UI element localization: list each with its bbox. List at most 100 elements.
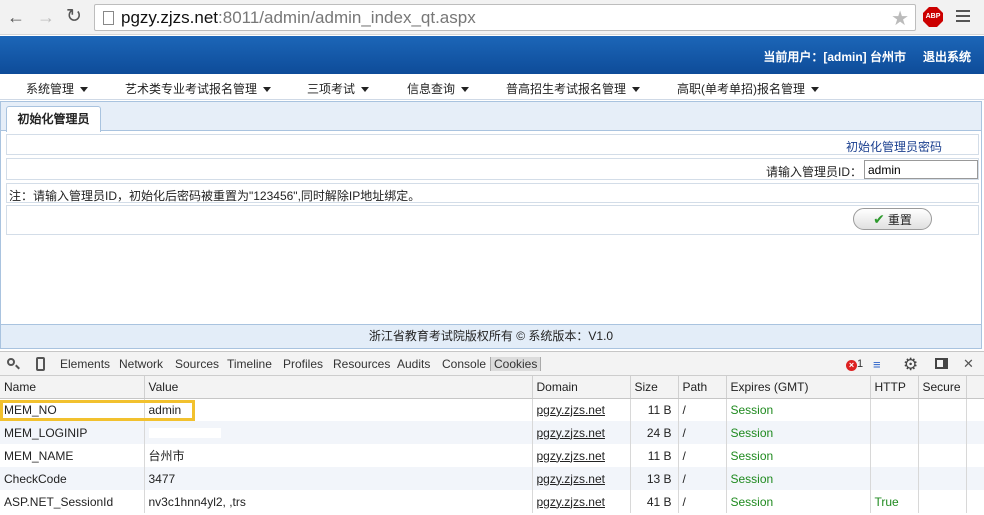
close-icon[interactable]: ✕ [963,356,974,372]
cookie-value: 台州市 [144,444,533,467]
table-row[interactable]: CheckCode 3477 pgzy.zjzs.net 13 B / Sess… [0,467,984,490]
logout-link[interactable]: 退出系统 [923,48,971,65]
cookie-path: / [678,490,727,513]
menu-system[interactable]: 系统管理 [26,80,89,97]
cookie-path: / [678,444,727,467]
cookie-name: MEM_LOGINIP [0,421,145,444]
col-name[interactable]: Name [0,376,145,399]
bookmark-star-icon[interactable]: ★ [891,6,909,31]
cookie-name: CheckCode [0,467,145,490]
admin-id-input[interactable] [864,160,978,179]
col-expires[interactable]: Expires (GMT) [726,376,871,399]
browser-toolbar: ← → ↻ pgzy.zjzs.net:8011/admin/admin_ind… [0,0,984,35]
col-http[interactable]: HTTP [870,376,919,399]
table-row[interactable]: ASP.NET_SessionId nv3c1hnn4yl2, ,trs pgz… [0,490,984,513]
col-domain[interactable]: Domain [532,376,631,399]
note-text: 注：请输入管理员ID，初始化后密码被重置为"123456",同时解除IP地址绑定… [9,189,421,203]
cookie-domain: pgzy.zjzs.net [532,398,631,421]
cookie-http [870,398,919,421]
adblock-icon[interactable]: ABP [923,7,943,27]
cookie-secure [918,467,967,490]
cookie-http: True [870,490,919,513]
id-row: 请输入管理员ID： [6,158,979,180]
tab-init-admin[interactable]: 初始化管理员 [6,106,101,132]
cookie-secure [918,421,967,444]
admin-id-label: 请输入管理员ID： [765,165,862,179]
menu-highschool-exam[interactable]: 普高招生考试报名管理 [506,80,641,97]
cookie-value [144,421,533,444]
devtools-tab-cookies[interactable]: Cookies [490,357,542,371]
col-size[interactable]: Size [630,376,679,399]
cookie-secure [918,444,967,467]
tab-strip: 初始化管理员 [1,102,981,132]
devtools-tab-resources[interactable]: Resources [333,357,390,371]
cookie-expires: Session [726,467,871,490]
table-row[interactable]: MEM_NO admin pgzy.zjzs.net 11 B / Sessio… [0,398,984,421]
menu-three-exams[interactable]: 三项考试 [307,80,370,97]
forward-arrow-icon[interactable]: → [36,7,56,27]
cookie-expires: Session [726,421,871,444]
page-footer: 浙江省教育考试院版权所有 © 系统版本：V1.0 [0,325,982,349]
error-icon: × [846,360,857,371]
devtools-tab-audits[interactable]: Audits [397,357,430,371]
table-row[interactable]: MEM_LOGINIP pgzy.zjzs.net 24 B / Session [0,421,984,444]
table-header: Name Value Domain Size Path Expires (GMT… [0,376,984,399]
browser-menu-icon[interactable] [956,10,970,25]
menu-info-query[interactable]: 信息查询 [407,80,470,97]
chevron-down-icon [361,87,370,92]
device-mode-icon[interactable] [36,357,45,371]
cookie-domain: pgzy.zjzs.net [532,444,631,467]
console-drawer-icon[interactable]: ≡ [873,357,881,372]
cookie-path: / [678,421,727,444]
reload-icon[interactable]: ↻ [64,7,84,27]
button-row: ✔ 重置 [6,205,979,235]
devtools-tab-timeline[interactable]: Timeline [227,357,272,371]
table-row[interactable]: MEM_NAME 台州市 pgzy.zjzs.net 11 B / Sessio… [0,444,984,467]
error-count[interactable]: × 1 [846,358,863,371]
cookie-name: MEM_NAME [0,444,145,467]
back-arrow-icon[interactable]: ← [6,7,26,27]
col-spacer [966,376,984,399]
col-secure[interactable]: Secure [918,376,967,399]
menu-art-exam[interactable]: 艺术类专业考试报名管理 [125,80,272,97]
cookies-table: Name Value Domain Size Path Expires (GMT… [0,376,984,513]
dock-side-icon[interactable] [935,358,948,369]
chevron-down-icon [811,87,819,92]
gear-icon[interactable]: ⚙ [903,355,918,375]
cookie-secure [918,398,967,421]
cookie-value: nv3c1hnn4yl2, ,trs [144,490,533,513]
cookie-expires: Session [726,490,871,513]
note-row: 注：请输入管理员ID，初始化后密码被重置为"123456",同时解除IP地址绑定… [6,183,979,203]
cookie-size: 24 B [630,421,679,444]
chevron-down-icon [263,87,272,92]
cookie-expires: Session [726,398,871,421]
devtools-tab-console[interactable]: Console [442,357,486,371]
cookie-domain: pgzy.zjzs.net [532,490,631,513]
cookie-path: / [678,467,727,490]
redacted-value [148,428,221,439]
cookie-size: 11 B [630,398,679,421]
col-value[interactable]: Value [144,376,533,399]
main-menu: 系统管理 艺术类专业考试报名管理 三项考试 信息查询 普高招生考试报名管理 高职… [0,74,984,100]
init-password-link[interactable]: 初始化管理员密码 [846,138,942,155]
inspect-search-icon[interactable] [7,358,20,370]
col-path[interactable]: Path [678,376,727,399]
devtools-tab-network[interactable]: Network [119,357,163,371]
chevron-down-icon [461,87,470,92]
cookie-value: admin [144,398,533,421]
menu-vocational-exam[interactable]: 高职(单考单招)报名管理 [677,80,819,97]
reset-button[interactable]: ✔ 重置 [853,208,932,230]
address-bar[interactable]: pgzy.zjzs.net:8011/admin/admin_index_qt.… [94,4,916,31]
cookie-size: 41 B [630,490,679,513]
cookie-size: 13 B [630,467,679,490]
cookie-domain: pgzy.zjzs.net [532,421,631,444]
devtools-tab-profiles[interactable]: Profiles [283,357,323,371]
page-icon [103,11,114,25]
current-user: 当前用户：[admin] 台州市 [763,50,906,64]
devtools-toolbar: Elements Network Sources Timeline Profil… [0,351,984,376]
url-text: pgzy.zjzs.net:8011/admin/admin_index_qt.… [121,8,476,27]
cookie-size: 11 B [630,444,679,467]
main-panel: 初始化管理员 初始化管理员密码 请输入管理员ID： 注：请输入管理员ID，初始化… [0,101,982,325]
devtools-tab-elements[interactable]: Elements [60,357,110,371]
devtools-tab-sources[interactable]: Sources [175,357,219,371]
